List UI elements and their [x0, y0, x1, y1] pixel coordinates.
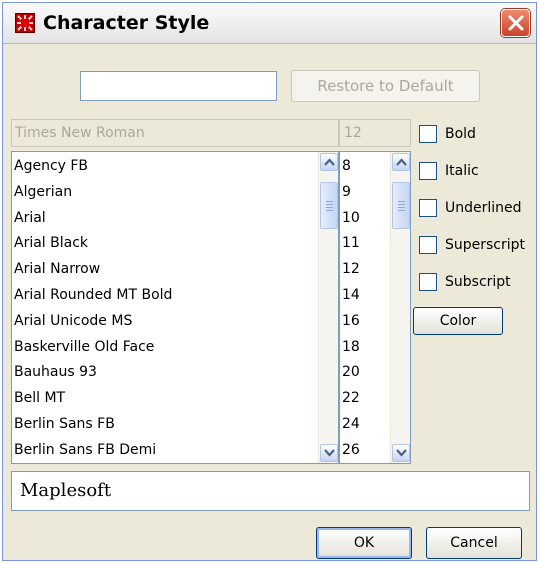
size-list-item[interactable]: 14	[342, 283, 360, 309]
checkbox-label: Superscript	[445, 237, 526, 253]
chevron-down-icon	[324, 449, 335, 457]
font-list-item[interactable]: Berlin Sans FB	[14, 412, 172, 438]
checkbox-label: Subscript	[445, 274, 511, 290]
scroll-up-button[interactable]	[392, 153, 410, 171]
restore-label: Restore to Default	[317, 77, 454, 95]
scroll-down-button[interactable]	[392, 444, 410, 462]
checkbox-label: Italic	[445, 163, 479, 179]
font-list-scrollbar[interactable]	[318, 152, 338, 463]
size-list-item[interactable]: 12	[342, 257, 360, 283]
red-square-icon	[15, 13, 35, 33]
checkbox-box[interactable]	[419, 125, 437, 143]
chevron-up-icon	[396, 158, 407, 166]
font-list-item[interactable]: Arial Unicode MS	[14, 309, 172, 335]
font-list-item[interactable]: Arial Narrow	[14, 257, 172, 283]
checkbox-label: Underlined	[445, 200, 522, 216]
size-list-scrollbar[interactable]	[390, 152, 410, 463]
character-style-dialog: Character Style Restore to Default Times…	[2, 2, 537, 561]
cancel-label: Cancel	[450, 535, 498, 551]
font-list-item[interactable]: Arial	[14, 206, 172, 232]
checkbox-box[interactable]	[419, 162, 437, 180]
checkbox-box[interactable]	[419, 236, 437, 254]
close-icon	[508, 15, 524, 31]
font-name-field[interactable]: Times New Roman	[11, 119, 339, 147]
size-list-item[interactable]: 10	[342, 206, 360, 232]
scroll-thumb[interactable]	[392, 182, 410, 229]
font-list-items: Agency FB Algerian Arial Arial Black Arial N…	[14, 154, 172, 464]
font-size-field[interactable]: 12	[339, 119, 411, 147]
title-bar: Character Style	[3, 3, 536, 44]
size-list-item[interactable]: 8	[342, 154, 360, 180]
font-list-item[interactable]: Agency FB	[14, 154, 172, 180]
size-list-item[interactable]: 11	[342, 231, 360, 257]
checkbox-box[interactable]	[419, 273, 437, 291]
font-list-item[interactable]: Algerian	[14, 180, 172, 206]
scroll-up-button[interactable]	[320, 153, 338, 171]
cancel-button[interactable]: Cancel	[426, 527, 522, 559]
scroll-thumb[interactable]	[320, 182, 338, 229]
ok-label: OK	[353, 535, 375, 551]
window-title: Character Style	[43, 12, 210, 34]
size-list-item[interactable]: 24	[342, 412, 360, 438]
close-button[interactable]	[501, 9, 530, 37]
font-list-item[interactable]: Baskerville Old Face	[14, 335, 172, 361]
size-list[interactable]: 8 9 10 11 12 14 16 18 20 22 24 26	[339, 151, 411, 464]
size-list-item[interactable]: 9	[342, 180, 360, 206]
font-list-item[interactable]: Bauhaus 93	[14, 360, 172, 386]
size-list-item[interactable]: 16	[342, 309, 360, 335]
size-list-item[interactable]: 22	[342, 386, 360, 412]
preview-field[interactable]: Maplesoft	[11, 471, 530, 511]
checkbox-box[interactable]	[419, 199, 437, 217]
style-name-input[interactable]	[80, 71, 277, 101]
size-list-item[interactable]: 18	[342, 335, 360, 361]
size-list-item[interactable]: 20	[342, 360, 360, 386]
font-list-item[interactable]: Berlin Sans FB Demi	[14, 438, 172, 464]
font-list-item[interactable]: Arial Black	[14, 231, 172, 257]
font-list[interactable]: Agency FB Algerian Arial Arial Black Arial N…	[11, 151, 339, 464]
restore-to-default-button[interactable]: Restore to Default	[291, 70, 480, 102]
size-list-item[interactable]: 26	[342, 438, 360, 464]
color-button[interactable]: Color	[413, 307, 503, 335]
ok-button[interactable]: OK	[316, 527, 412, 559]
font-list-item[interactable]: Bell MT	[14, 386, 172, 412]
chevron-down-icon	[396, 449, 407, 457]
scroll-down-button[interactable]	[320, 444, 338, 462]
font-list-item[interactable]: Arial Rounded MT Bold	[14, 283, 172, 309]
chevron-up-icon	[324, 158, 335, 166]
size-list-items: 8 9 10 11 12 14 16 18 20 22 24 26	[342, 154, 360, 464]
dialog-body: Restore to Default Times New Roman 12 Ag…	[11, 51, 530, 559]
checkbox-label: Bold	[445, 126, 476, 142]
